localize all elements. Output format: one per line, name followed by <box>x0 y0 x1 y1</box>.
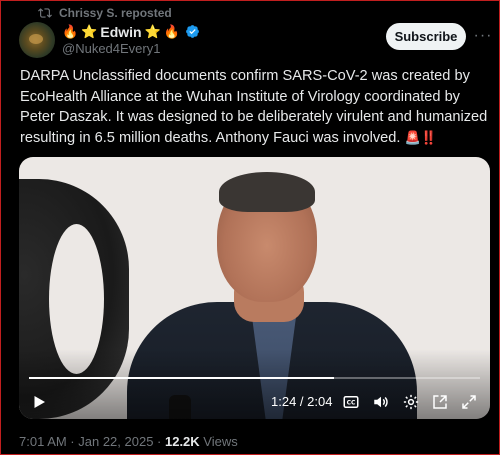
views-label: Views <box>199 434 238 449</box>
avatar[interactable] <box>19 22 55 58</box>
video-time: 1:24 / 2:04 <box>271 394 333 409</box>
repost-label: Chrissy S. reposted <box>59 6 172 20</box>
video-progress-fill <box>29 377 335 379</box>
play-icon[interactable] <box>29 391 49 413</box>
author-name-row[interactable]: 🔥 ⭐ Edwin ⭐ 🔥 <box>62 23 200 40</box>
tweet-text: DARPA Unclassified documents confirm SAR… <box>20 66 490 148</box>
video-player[interactable]: 1:24 / 2:04 CC <box>19 157 490 419</box>
fire-emoji: 🔥 <box>62 24 79 39</box>
author-handle[interactable]: @Nuked4Every1 <box>62 41 160 56</box>
repost-icon <box>38 8 52 18</box>
video-progress-bar[interactable] <box>29 377 480 379</box>
settings-icon[interactable] <box>401 391 421 413</box>
subscribe-button[interactable]: Subscribe <box>386 23 466 50</box>
tweet-metadata: 7:01 AM · Jan 22, 2025 · 12.2K Views <box>19 434 238 449</box>
star-emoji: ⭐ <box>144 24 161 39</box>
fire-emoji: 🔥 <box>163 24 180 39</box>
svg-text:CC: CC <box>347 400 356 407</box>
captions-icon[interactable]: CC <box>341 391 361 413</box>
more-options-icon[interactable]: ··· <box>472 24 494 48</box>
fullscreen-icon[interactable] <box>459 391 479 413</box>
volume-icon[interactable] <box>371 391 391 413</box>
author-name[interactable]: Edwin <box>100 24 141 40</box>
siren-exclamation-emoji: 🚨‼️ <box>404 129 437 145</box>
tweet-timestamp[interactable]: 7:01 AM · Jan 22, 2025 · <box>19 434 165 449</box>
repost-context[interactable]: Chrissy S. reposted <box>38 5 172 21</box>
video-person-hair <box>219 172 315 212</box>
pip-icon[interactable] <box>430 391 450 413</box>
star-emoji: ⭐ <box>81 24 98 39</box>
verified-badge-icon <box>186 25 199 38</box>
views-count: 12.2K <box>164 434 200 449</box>
